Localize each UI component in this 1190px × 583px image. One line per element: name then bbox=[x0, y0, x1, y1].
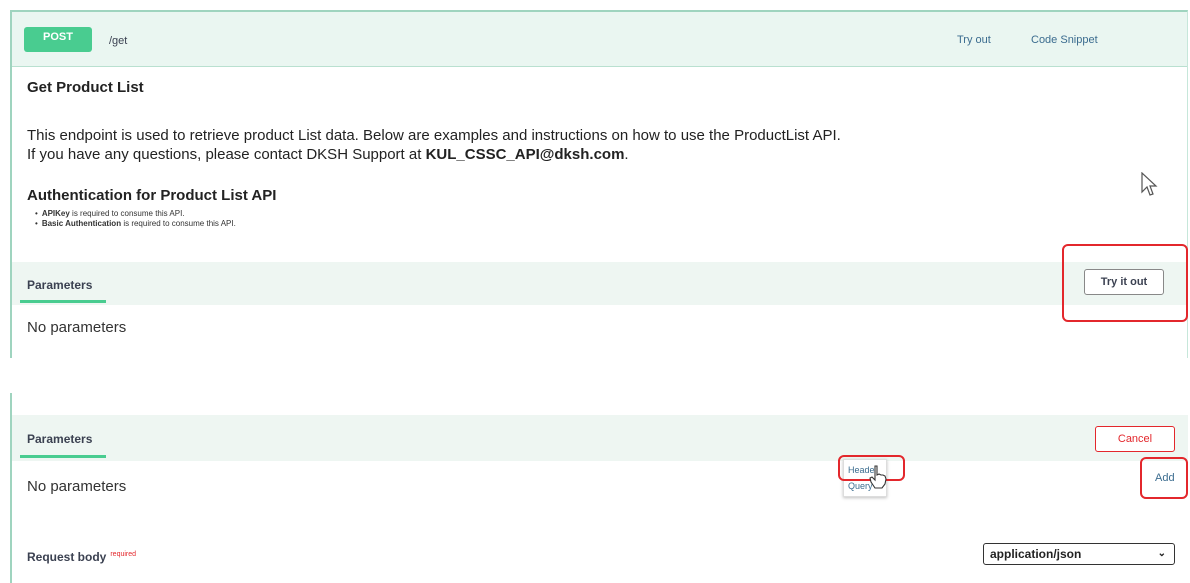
contact-period: . bbox=[624, 146, 629, 163]
auth-item-name: APIKey bbox=[41, 209, 70, 218]
cancel-button[interactable]: Cancel bbox=[1095, 426, 1175, 452]
highlight-box bbox=[1140, 457, 1188, 499]
support-email: KUL_CSSC_API@dksh.com bbox=[425, 146, 625, 163]
hand-pointer-icon bbox=[869, 465, 887, 489]
auth-item-text: is required to consume this API. bbox=[121, 219, 236, 228]
no-parameters-text: No parameters bbox=[27, 478, 127, 495]
list-item: Basic Authentication is required to cons… bbox=[35, 219, 236, 229]
parameters-tab-underline bbox=[20, 300, 106, 303]
parameters-tab[interactable]: Parameters bbox=[27, 432, 92, 446]
highlight-box bbox=[1062, 244, 1188, 322]
no-parameters-text: No parameters bbox=[27, 319, 127, 336]
endpoint-path: /get bbox=[109, 35, 128, 47]
parameters-tab-underline bbox=[20, 455, 106, 458]
method-badge: POST bbox=[24, 27, 92, 52]
parameters-tab[interactable]: Parameters bbox=[27, 278, 92, 292]
list-item: APIKey is required to consume this API. bbox=[35, 209, 236, 219]
content-type-select[interactable]: application/json ⌄ bbox=[983, 543, 1175, 565]
request-body-text: Request body bbox=[27, 550, 107, 564]
auth-item-name: Basic Authentication bbox=[41, 219, 122, 228]
try-out-link[interactable]: Try out bbox=[957, 34, 991, 46]
description-line-1: This endpoint is used to retrieve produc… bbox=[27, 127, 841, 144]
required-tag: required bbox=[110, 551, 137, 558]
description-line-2: If you have any questions, please contac… bbox=[27, 145, 1127, 164]
parameters-header: Parameters bbox=[12, 415, 1188, 461]
mouse-pointer-icon bbox=[1141, 172, 1158, 196]
code-snippet-link[interactable]: Code Snippet bbox=[1031, 34, 1098, 46]
parameters-header: Parameters bbox=[12, 262, 1187, 305]
chevron-down-icon: ⌄ bbox=[1157, 548, 1166, 559]
auth-requirements-list: APIKey is required to consume this API. … bbox=[27, 209, 236, 229]
content-type-value: application/json bbox=[990, 547, 1082, 561]
operation-summary-bar[interactable]: POST /get Try out Code Snippet bbox=[12, 12, 1187, 67]
request-body-label: Request body required bbox=[27, 550, 136, 564]
description-title: Get Product List bbox=[27, 79, 144, 96]
auth-item-text: is required to consume this API. bbox=[69, 209, 185, 218]
description-paragraph: This endpoint is used to retrieve produc… bbox=[27, 126, 1127, 164]
operation-block-get: POST /get Try out Code Snippet Get Produ… bbox=[10, 10, 1188, 358]
auth-heading: Authentication for Product List API bbox=[27, 187, 277, 204]
contact-text: If you have any questions, please contac… bbox=[27, 146, 426, 163]
